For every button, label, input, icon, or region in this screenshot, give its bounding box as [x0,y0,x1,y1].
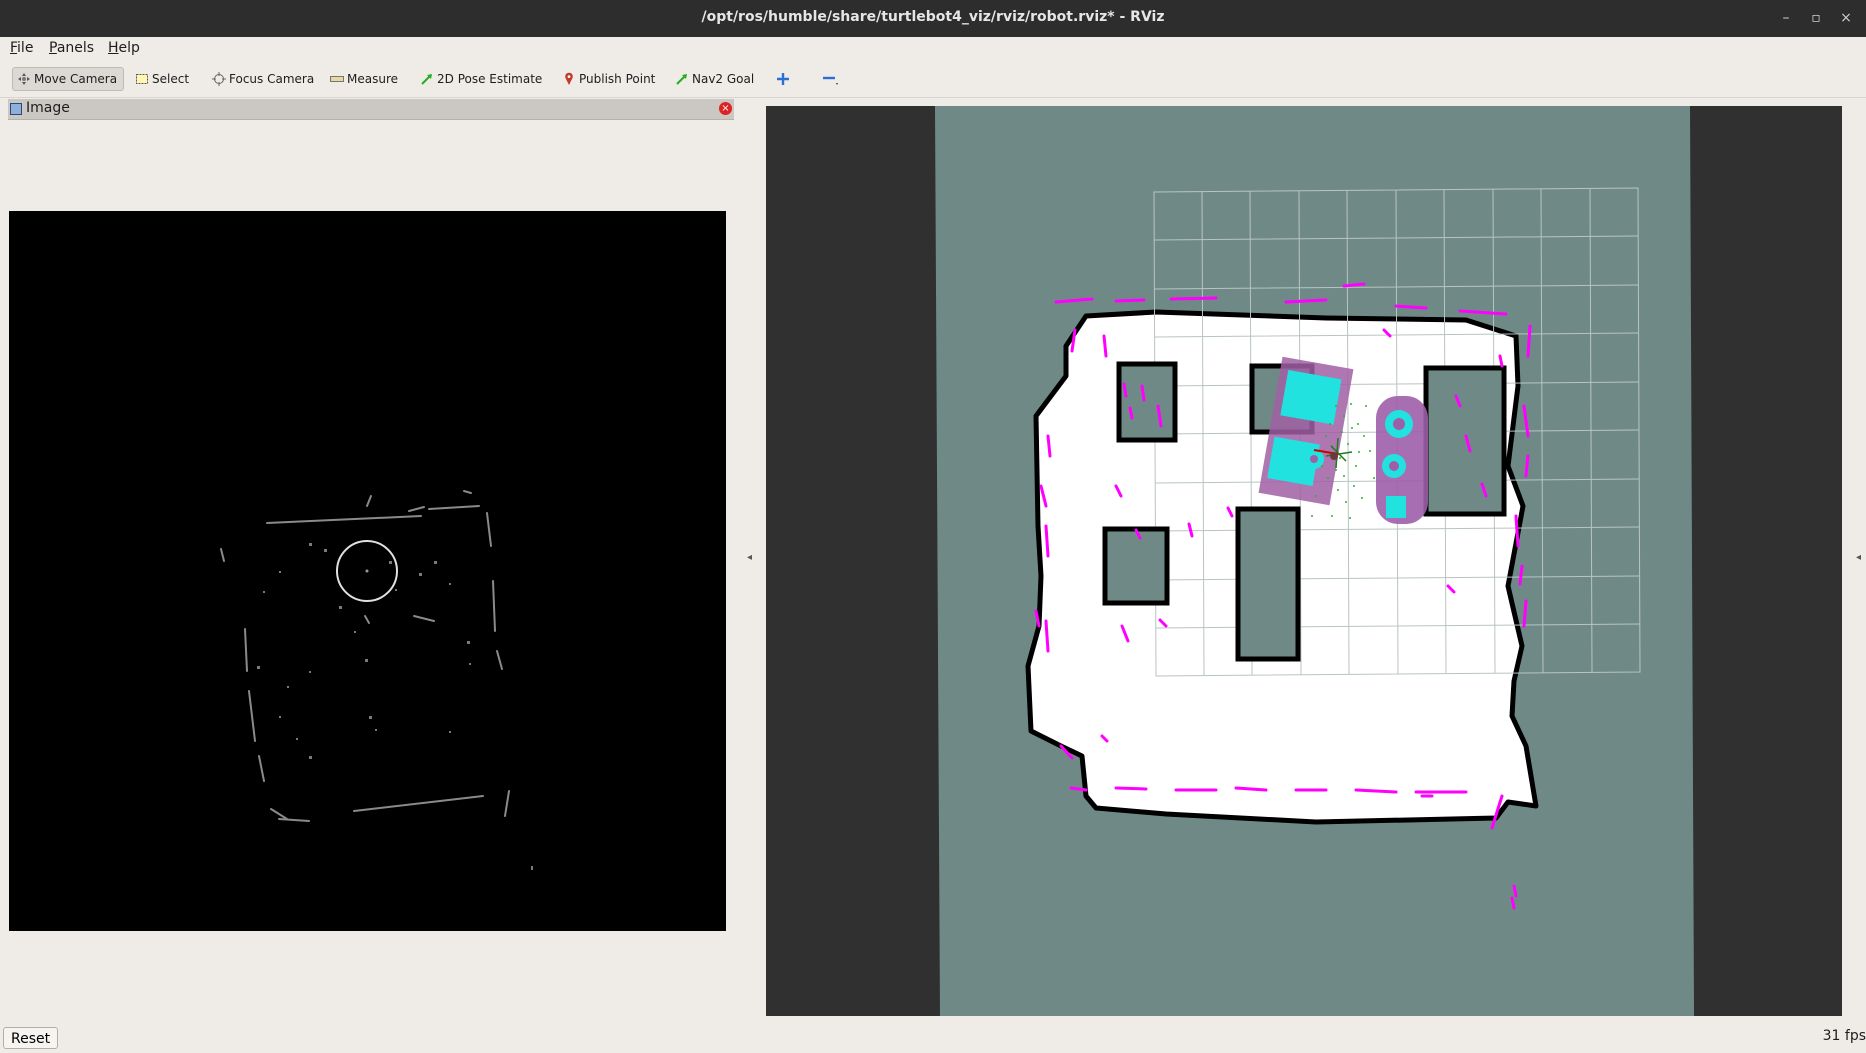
pose-estimate-tool[interactable]: 2D Pose Estimate [416,68,548,90]
measure-icon [330,76,344,82]
focus-camera-tool[interactable]: Focus Camera [208,68,320,90]
plus-icon [777,73,789,85]
image-panel-icon [10,103,22,115]
focus-camera-icon [212,72,226,86]
measure-label: Measure [347,72,398,86]
menubar: File Panels Help [0,37,1866,61]
camera-image-view [9,211,726,931]
remove-tool-button[interactable] [818,68,849,90]
window-titlebar: /opt/ros/humble/share/turtlebot4_viz/rvi… [0,0,1866,37]
select-label: Select [152,72,190,86]
menu-help-label: elp [118,40,140,56]
menu-file[interactable]: File [10,40,33,56]
fps-counter: 31 fps [1822,1028,1866,1044]
3d-render-view[interactable] [766,106,1842,1016]
nav2-goal-tool[interactable]: Nav2 Goal [671,68,760,90]
publish-point-tool[interactable]: Publish Point [558,68,661,90]
pose-estimate-label: 2D Pose Estimate [437,72,543,86]
pose-arrow-icon [421,74,432,85]
reset-button[interactable]: Reset [3,1027,59,1049]
menu-file-mnemonic: F [10,40,18,56]
menu-panels-label: anels [56,40,95,56]
goal-arrow-icon [676,74,687,85]
close-icon[interactable]: × [719,102,732,115]
menu-file-label: ile [17,40,34,56]
move-camera-label: Move Camera [34,72,118,86]
collapse-left-arrow-icon[interactable]: ◂ [747,552,752,563]
tools-toolbar: Move Camera Select Focus Camera Measure … [0,61,1866,98]
panel-splitter[interactable]: ◂ [744,97,758,1017]
add-tool-button[interactable] [772,68,799,90]
maximize-button[interactable]: ▫ [1806,8,1826,28]
menu-panels-mnemonic: P [49,40,57,56]
close-window-button[interactable]: × [1836,8,1856,28]
select-tool[interactable]: Select [131,68,195,90]
move-camera-icon [18,73,30,85]
menu-help-mnemonic: H [108,40,119,56]
right-dock-splitter[interactable]: ◂ [1852,97,1866,1017]
collapse-right-arrow-icon[interactable]: ◂ [1856,552,1861,563]
minimize-button[interactable]: – [1776,8,1796,28]
map-render [935,106,1694,1016]
focus-camera-label: Focus Camera [229,72,315,86]
nav2-goal-label: Nav2 Goal [692,72,755,86]
menu-panels[interactable]: Panels [49,40,94,56]
statusbar: Reset 31 fps [0,1022,1866,1053]
image-panel-title: Image [26,100,70,116]
image-panel: Image × [8,99,734,1017]
measure-tool[interactable]: Measure [326,68,404,90]
select-icon [136,74,148,84]
minus-icon [823,76,838,85]
move-camera-tool[interactable]: Move Camera [12,67,125,91]
window-title: /opt/ros/humble/share/turtlebot4_viz/rvi… [701,9,1165,25]
image-panel-header[interactable]: Image × [8,99,734,120]
occupancy-image [220,490,533,870]
publish-point-label: Publish Point [579,72,656,86]
menu-help[interactable]: Help [108,40,140,56]
map-pin-icon [565,72,573,85]
